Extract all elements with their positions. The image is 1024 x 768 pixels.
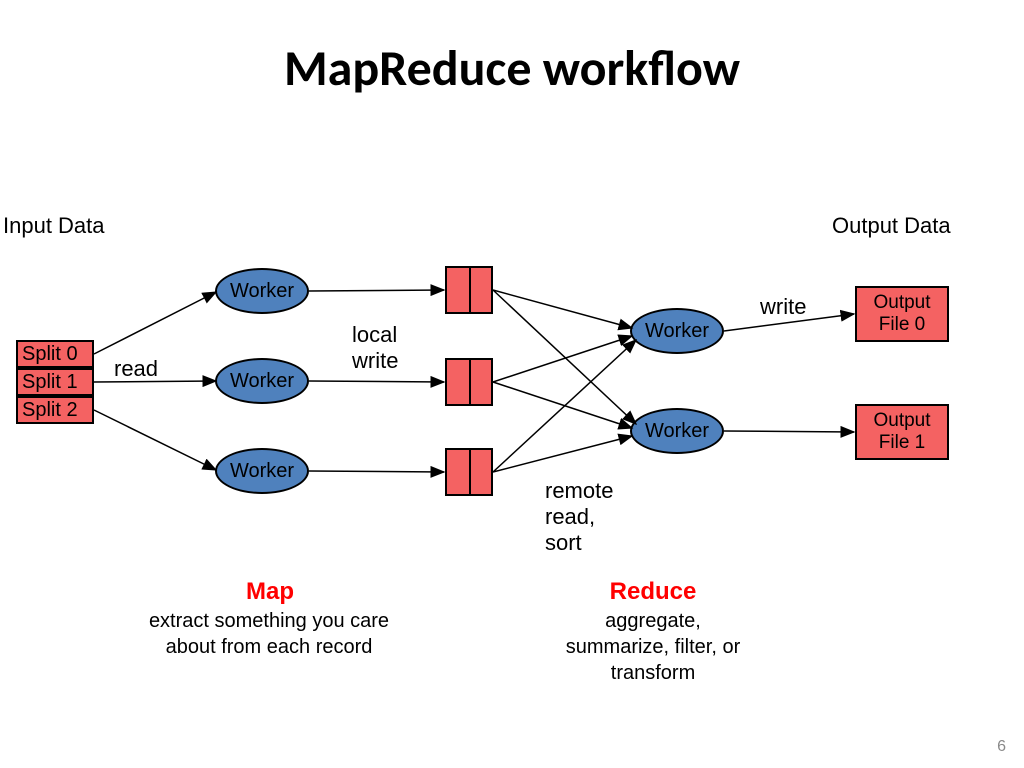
- output-file-0-text: Output File 0: [873, 292, 930, 335]
- reduce-phase-desc: aggregate, summarize, filter, or transfo…: [558, 608, 748, 686]
- remote-label-3: sort: [545, 530, 582, 556]
- output-file-1-text: Output File 1: [873, 410, 930, 453]
- read-label: read: [114, 356, 158, 382]
- input-data-label: Input Data: [3, 213, 105, 239]
- output-file-0: Output File 0: [855, 286, 949, 342]
- reduce-worker-0: Worker: [630, 308, 724, 354]
- output-data-label: Output Data: [832, 213, 951, 239]
- remote-label-1: remote: [545, 478, 613, 504]
- split-2-box: Split 2: [16, 396, 94, 424]
- output-file-1: Output File 1: [855, 404, 949, 460]
- intermediate-1: [445, 358, 493, 406]
- write-label: write: [760, 294, 806, 320]
- local-write-label-1: local: [352, 322, 397, 348]
- split-0-box: Split 0: [16, 340, 94, 368]
- map-worker-0: Worker: [215, 268, 309, 314]
- map-worker-2: Worker: [215, 448, 309, 494]
- slide-title: MapReduce workflow: [0, 38, 1024, 99]
- reduce-phase-title: Reduce: [558, 578, 748, 606]
- intermediate-2: [445, 448, 493, 496]
- local-write-label-2: write: [352, 348, 398, 374]
- reduce-worker-1: Worker: [630, 408, 724, 454]
- remote-label-2: read,: [545, 504, 595, 530]
- map-phase-title: Map: [180, 578, 360, 606]
- page-number: 6: [997, 738, 1006, 756]
- split-1-box: Split 1: [16, 368, 94, 396]
- map-worker-1: Worker: [215, 358, 309, 404]
- map-phase-desc: extract something you care about from ea…: [144, 608, 394, 660]
- intermediate-0: [445, 266, 493, 314]
